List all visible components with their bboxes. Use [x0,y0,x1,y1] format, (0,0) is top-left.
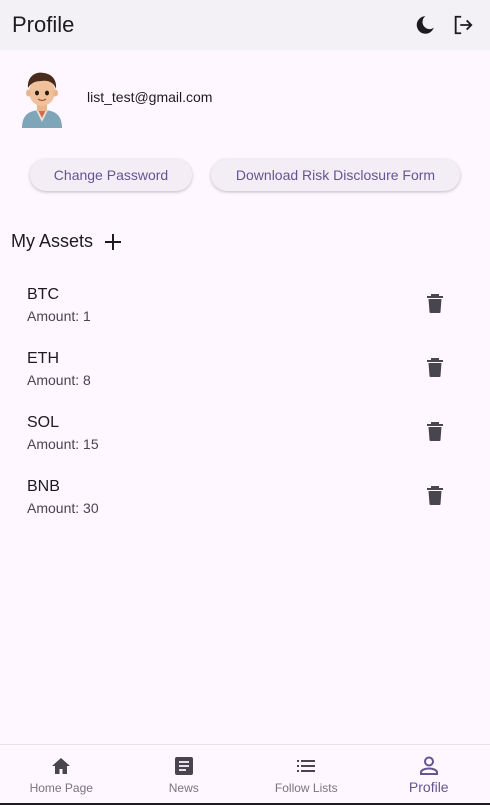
nav-follow-lists[interactable]: Follow Lists [245,745,368,805]
nav-home[interactable]: Home Page [0,745,123,805]
app-bar: Profile [0,0,490,50]
delete-asset-button[interactable] [423,483,447,507]
profile-header: list_test@gmail.com [14,66,212,128]
nav-profile-label: Profile [408,779,449,795]
trash-icon [427,486,443,505]
asset-item: ETH Amount: 8 [0,350,490,410]
asset-item: BNB Amount: 30 [0,478,490,538]
home-icon [52,758,71,774]
theme-toggle-button[interactable] [410,10,440,40]
page-title: Profile [12,12,75,37]
nav-follow-lists-label: Follow Lists [274,781,338,795]
my-assets-header: My Assets [11,231,123,252]
asset-symbol: SOL [27,414,60,431]
section-title: My Assets [11,231,94,251]
moon-icon [416,16,434,34]
change-password-button[interactable]: Change Password [30,159,192,191]
nav-profile[interactable]: Profile [368,745,490,805]
asset-item: BTC Amount: 1 [0,286,490,346]
asset-item: SOL Amount: 15 [0,414,490,474]
delete-asset-button[interactable] [423,291,447,315]
article-icon [174,757,193,775]
delete-asset-button[interactable] [423,355,447,379]
trash-icon [427,294,443,313]
plus-icon [105,233,122,250]
nav-news[interactable]: News [123,745,246,805]
asset-symbol: BNB [27,478,60,495]
person-icon [419,756,438,775]
delete-asset-button[interactable] [423,419,447,443]
trash-icon [427,422,443,441]
user-email: list_test@gmail.com [87,89,213,105]
logout-icon [454,15,473,35]
bottom-navigation: Home Page News Follow Lists Profile [0,744,490,805]
asset-amount: Amount: 1 [27,308,91,324]
asset-amount: Amount: 15 [27,436,99,452]
avatar [14,66,70,128]
nav-home-label: Home Page [29,781,93,795]
nav-news-label: News [168,781,199,795]
trash-icon [427,358,443,377]
logout-button[interactable] [448,10,478,40]
add-asset-button[interactable] [103,232,123,252]
download-risk-disclosure-button[interactable]: Download Risk Disclosure Form [211,159,460,191]
asset-symbol: ETH [27,350,59,367]
asset-amount: Amount: 30 [27,500,99,516]
asset-symbol: BTC [27,286,59,303]
asset-amount: Amount: 8 [27,372,91,388]
list-icon [297,760,316,772]
